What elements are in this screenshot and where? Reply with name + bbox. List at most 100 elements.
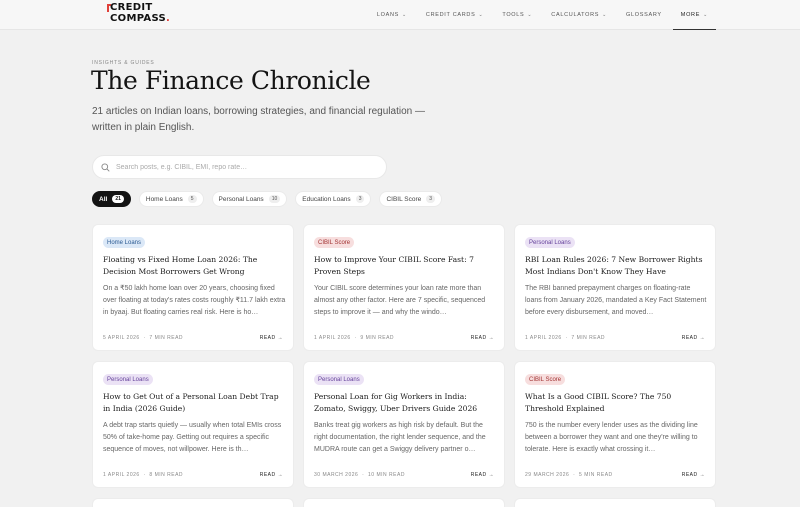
page-subtitle: 21 articles on Indian loans, borrowing s… bbox=[92, 106, 425, 133]
article-read-time: 7 MIN READ bbox=[149, 335, 184, 341]
top-navigation-bar: CREDIT COMPASS. LOANS ⌄ CREDIT CARDS ⌄ TOOLS… bbox=[0, 0, 800, 30]
article-meta: 5 APRIL 2026 · 7 MIN READ bbox=[103, 335, 183, 341]
article-title: What Is a Good CIBIL Score? The 750 Thre… bbox=[525, 392, 672, 413]
meta-separator: · bbox=[561, 335, 572, 341]
search-bar[interactable] bbox=[92, 155, 387, 179]
nav-item-label: TOOLS bbox=[502, 12, 525, 18]
logo-line-2: COMPASS. bbox=[110, 13, 170, 24]
nav-item-calculators[interactable]: CALCULATORS ⌄ bbox=[551, 0, 607, 30]
read-link[interactable]: READ → bbox=[682, 335, 705, 341]
filter-chip-education-loans[interactable]: Education Loans 3 bbox=[295, 191, 372, 207]
article-card[interactable]: CIBIL Score What Is a Good CIBIL Score? T… bbox=[514, 361, 716, 488]
article-meta: 1 APRIL 2026 · 7 MIN READ bbox=[525, 335, 605, 341]
article-card[interactable]: Home Loans Floating vs Fixed Home Loan 20… bbox=[92, 224, 294, 351]
meta-separator: · bbox=[139, 472, 150, 478]
article-card[interactable]: Personal Loans RBI Loan Rules 2026: 7 New… bbox=[514, 224, 716, 351]
article-meta: 1 APRIL 2026 · 9 MIN READ bbox=[314, 335, 394, 341]
filter-chip-count: 3 bbox=[426, 195, 436, 203]
article-read-time: 7 MIN READ bbox=[571, 335, 606, 341]
article-excerpt: Your CIBIL score determines your loan ra… bbox=[314, 285, 486, 316]
meta-separator: · bbox=[139, 335, 150, 341]
article-card-partial bbox=[303, 498, 505, 507]
article-title: Personal Loan for Gig Workers in India: … bbox=[314, 392, 478, 413]
article-date: 5 APRIL 2026 bbox=[103, 335, 140, 341]
article-date: 30 MARCH 2026 bbox=[314, 472, 359, 478]
filter-chip-count: 3 bbox=[355, 195, 365, 203]
main-nav: LOANS ⌄ CREDIT CARDS ⌄ TOOLS ⌄ CALCULATORS ⌄ GLO… bbox=[358, 0, 716, 30]
filter-chip-personal-loans[interactable]: Personal Loans 10 bbox=[211, 191, 288, 207]
nav-item-label: CALCULATORS bbox=[551, 12, 600, 18]
filter-chip-label: All bbox=[99, 195, 108, 203]
filter-chip-label: CIBIL Score bbox=[386, 195, 422, 203]
category-tag: CIBIL Score bbox=[314, 237, 355, 248]
article-read-time: 8 MIN READ bbox=[149, 472, 184, 478]
category-tag: CIBIL Score bbox=[525, 374, 566, 385]
filter-chip-cibil-score[interactable]: CIBIL Score 3 bbox=[379, 191, 443, 207]
chevron-down-icon: ⌄ bbox=[402, 12, 407, 18]
read-link[interactable]: READ → bbox=[682, 472, 705, 478]
filter-chip-count: 10 bbox=[268, 195, 281, 203]
search-input[interactable] bbox=[116, 163, 366, 171]
meta-separator: · bbox=[350, 335, 361, 341]
article-excerpt: 750 is the number every lender uses as t… bbox=[525, 422, 698, 453]
logo-line-1: CREDIT bbox=[110, 2, 153, 13]
article-card[interactable]: Personal Loans Personal Loan for Gig Work… bbox=[303, 361, 505, 488]
credit-compass-logo[interactable]: CREDIT COMPASS. bbox=[107, 2, 174, 27]
read-link[interactable]: READ → bbox=[260, 335, 283, 341]
search-icon bbox=[101, 162, 110, 172]
article-date: 1 APRIL 2026 bbox=[103, 472, 140, 478]
article-excerpt: The RBI banned prepayment charges on flo… bbox=[525, 285, 707, 316]
nav-item-label: GLOSSARY bbox=[626, 12, 662, 18]
article-title: How to Improve Your CIBIL Score Fast: 7 … bbox=[314, 255, 474, 276]
chevron-down-icon: ⌄ bbox=[703, 11, 708, 18]
logo-line-2-text: COMPASS bbox=[110, 13, 166, 24]
article-card[interactable]: Personal Loans How to Get Out of a Person… bbox=[92, 361, 294, 488]
nav-item-tools[interactable]: TOOLS ⌄ bbox=[502, 0, 532, 30]
filter-chip-label: Education Loans bbox=[302, 195, 351, 203]
nav-item-label: CREDIT CARDS bbox=[425, 12, 476, 18]
filter-chip-all[interactable]: All 21 bbox=[92, 191, 131, 207]
article-read-time: 10 MIN READ bbox=[368, 472, 405, 478]
nav-item-glossary[interactable]: GLOSSARY bbox=[626, 0, 662, 30]
nav-item-more[interactable]: MORE ⌄ bbox=[672, 0, 716, 30]
category-tag: Home Loans bbox=[103, 237, 146, 248]
article-meta: 30 MARCH 2026 · 10 MIN READ bbox=[314, 472, 405, 478]
article-date: 1 APRIL 2026 bbox=[525, 335, 562, 341]
meta-separator: · bbox=[569, 472, 580, 478]
article-excerpt: A debt trap starts quietly — usually whe… bbox=[103, 422, 282, 453]
nav-item-loans[interactable]: LOANS ⌄ bbox=[377, 0, 407, 30]
chevron-down-icon: ⌄ bbox=[602, 12, 608, 18]
filter-chip-home-loans[interactable]: Home Loans 5 bbox=[138, 191, 204, 207]
article-title: RBI Loan Rules 2026: 7 New Borrower Righ… bbox=[525, 255, 703, 276]
nav-item-label: MORE bbox=[680, 11, 701, 18]
read-link[interactable]: READ → bbox=[260, 472, 283, 478]
chevron-down-icon: ⌄ bbox=[527, 12, 533, 18]
read-link[interactable]: READ → bbox=[471, 472, 494, 478]
filter-chip-label: Personal Loans bbox=[218, 195, 264, 203]
article-title: How to Get Out of a Personal Loan Debt T… bbox=[103, 392, 279, 413]
article-title: Floating vs Fixed Home Loan 2026: The De… bbox=[103, 255, 258, 276]
filter-chip-label: Home Loans bbox=[145, 195, 183, 203]
read-link[interactable]: READ → bbox=[471, 335, 494, 341]
nav-item-label: LOANS bbox=[376, 12, 400, 18]
filter-chip-count: 5 bbox=[187, 195, 197, 203]
article-card-partial bbox=[514, 498, 716, 507]
category-tag: Personal Loans bbox=[314, 374, 364, 385]
logo-dot: . bbox=[166, 13, 171, 24]
article-date: 1 APRIL 2026 bbox=[314, 335, 351, 341]
filter-chip-count: 21 bbox=[112, 195, 124, 203]
page-title: The Finance Chronicle bbox=[91, 66, 371, 95]
chevron-down-icon: ⌄ bbox=[478, 12, 484, 18]
article-meta: 29 MARCH 2026 · 5 MIN READ bbox=[525, 472, 613, 478]
nav-item-credit-cards[interactable]: CREDIT CARDS ⌄ bbox=[426, 0, 483, 30]
article-meta: 1 APRIL 2026 · 8 MIN READ bbox=[103, 472, 183, 478]
article-card[interactable]: CIBIL Score How to Improve Your CIBIL Sco… bbox=[303, 224, 505, 351]
category-tag: Personal Loans bbox=[103, 374, 153, 385]
article-read-time: 9 MIN READ bbox=[360, 335, 395, 341]
article-date: 29 MARCH 2026 bbox=[525, 472, 570, 478]
category-filters: All 21 Home Loans 5 Personal Loans 10 Educatio… bbox=[92, 191, 450, 207]
article-excerpt: Banks treat gig workers as high risk by … bbox=[314, 422, 486, 453]
article-read-time: 5 MIN READ bbox=[579, 472, 613, 478]
article-card-partial bbox=[92, 498, 294, 507]
meta-separator: · bbox=[358, 472, 369, 478]
